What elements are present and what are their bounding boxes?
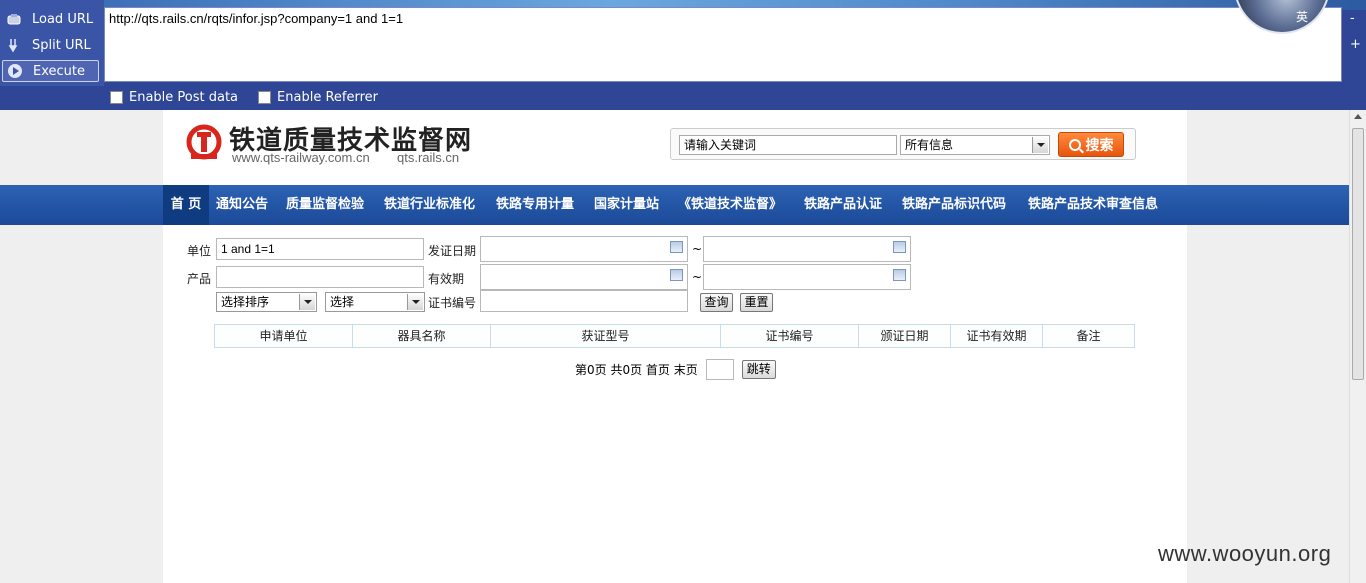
hackbar-options: Enable Post data Enable Referrer: [104, 86, 404, 108]
validity-label: 有效期: [428, 272, 465, 286]
nav-item-notices[interactable]: 通知公告: [216, 185, 268, 225]
unit-label: 单位: [187, 244, 212, 258]
nav-item-identification-code[interactable]: 铁路产品标识代码: [902, 185, 1006, 225]
scroll-thumb[interactable]: [1352, 128, 1364, 380]
unit-input[interactable]: 1 and 1=1: [216, 238, 424, 260]
col-instrument: 器具名称: [353, 325, 491, 347]
search-button-label: 搜索: [1085, 137, 1114, 154]
execute-label: Execute: [33, 63, 85, 79]
jump-button[interactable]: 跳转: [741, 359, 776, 379]
url-textarea[interactable]: http://qts.rails.cn/rqts/infor.jsp?compa…: [104, 7, 1342, 82]
col-remarks: 备注: [1076, 329, 1101, 343]
load-url-button[interactable]: Load URL: [2, 8, 99, 30]
referrer-option[interactable]: Enable Referrer: [258, 90, 378, 105]
load-url-label: Load URL: [32, 11, 94, 27]
chevron-down-icon[interactable]: [299, 294, 315, 310]
page-number-input[interactable]: [705, 358, 734, 380]
issue-date-end-input[interactable]: [703, 236, 911, 262]
col-cert-no: 证书编号: [721, 325, 859, 347]
validity-end-input[interactable]: [703, 264, 911, 290]
sort-select-value: 选择排序: [221, 295, 270, 309]
site-url-primary: www.qts-railway.com.cn: [232, 150, 370, 165]
nav-item-national-station[interactable]: 国家计量站: [594, 185, 659, 225]
post-data-option[interactable]: Enable Post data: [110, 90, 238, 105]
nav-item-technical-review[interactable]: 铁路产品技术审查信息: [1028, 185, 1158, 225]
filter-select-value: 选择: [330, 295, 355, 309]
site-logo[interactable]: 铁道质量技术监督网 www.qts-railway.com.cn qts.rai…: [185, 120, 485, 170]
nav-item-standardization[interactable]: 铁道行业标准化: [384, 185, 475, 225]
product-input[interactable]: [216, 266, 424, 288]
load-url-icon: [6, 11, 22, 27]
referrer-checkbox[interactable]: [258, 90, 272, 104]
post-data-label: Enable Post data: [129, 89, 239, 105]
cert-no-label: 证书编号: [428, 296, 477, 310]
hackbar-side-controls: - +: [1342, 7, 1366, 82]
nav-item-certification[interactable]: 铁路产品认证: [804, 185, 882, 225]
calendar-icon[interactable]: [670, 241, 683, 253]
chevron-down-icon[interactable]: [1032, 137, 1048, 153]
col-validity: 证书有效期: [951, 325, 1043, 347]
chevron-down-icon[interactable]: [407, 294, 423, 310]
calendar-icon[interactable]: [670, 269, 683, 281]
cert-no-input[interactable]: [480, 290, 688, 312]
col-applicant: 申请单位: [215, 325, 353, 347]
nav-item-journal[interactable]: 《铁道技术监督》: [678, 185, 782, 225]
split-url-icon: [6, 37, 22, 53]
reset-button[interactable]: 重置: [740, 293, 773, 312]
railway-logo-icon: [186, 124, 222, 160]
site-url-secondary: qts.rails.cn: [397, 150, 460, 165]
nav-item-metrology[interactable]: 铁路专用计量: [496, 185, 574, 225]
calendar-icon[interactable]: [893, 241, 906, 253]
query-button[interactable]: 查询: [700, 293, 733, 312]
hackbar-toolbar: Load URL Split URL Execute: [0, 0, 104, 86]
filter-select[interactable]: 选择: [325, 292, 425, 312]
search-button[interactable]: 搜索: [1058, 132, 1124, 157]
expand-button[interactable]: +: [1350, 37, 1361, 52]
search-scope-value: 所有信息: [905, 138, 954, 152]
search-scope-select[interactable]: 所有信息: [900, 135, 1050, 155]
issue-date-label: 发证日期: [428, 244, 477, 258]
issue-date-start-input[interactable]: [480, 236, 688, 262]
col-model: 获证型号: [491, 325, 721, 347]
scroll-up-arrow[interactable]: [1354, 114, 1362, 119]
page-scrollbar[interactable]: [1349, 110, 1366, 583]
pagination: 第0页 共0页 首页 末页 跳转: [575, 358, 776, 380]
watermark: www.wooyun.org: [1158, 541, 1332, 566]
main-nav: 首 页 通知公告 质量监督检验 铁道行业标准化 铁路专用计量 国家计量站 《铁道…: [0, 185, 1349, 225]
pager-status: 第0页 共0页 首页 末页: [575, 362, 698, 377]
calendar-icon[interactable]: [893, 269, 906, 281]
execute-button[interactable]: Execute: [2, 60, 99, 82]
search-input[interactable]: 请输入关键词: [679, 135, 897, 155]
validity-start-input[interactable]: [480, 264, 688, 290]
results-table: 申请单位 器具名称 获证型号 证书编号 颁证日期 证书有效期 备注: [214, 324, 1135, 348]
date-range-separator: ~: [692, 242, 703, 256]
post-data-checkbox[interactable]: [110, 90, 123, 104]
referrer-label: Enable Referrer: [277, 89, 378, 105]
collapse-button[interactable]: -: [1350, 11, 1355, 26]
split-url-label: Split URL: [32, 37, 91, 53]
validity-range-separator: ~: [692, 270, 703, 284]
avatar-glyph: 英: [1296, 10, 1309, 24]
search-icon: [1068, 138, 1081, 151]
split-url-button[interactable]: Split URL: [2, 34, 99, 56]
hackbar-panel: Load URL Split URL Execute http://qts.ra…: [0, 0, 1366, 110]
col-issue-date: 颁证日期: [859, 325, 951, 347]
play-icon: [7, 63, 23, 79]
sort-select[interactable]: 选择排序: [216, 292, 317, 312]
nav-item-quality-inspection[interactable]: 质量监督检验: [286, 185, 364, 225]
nav-item-home[interactable]: 首 页: [163, 185, 209, 225]
search-bar: 请输入关键词 所有信息 搜索: [670, 128, 1136, 160]
product-label: 产品: [187, 272, 212, 286]
